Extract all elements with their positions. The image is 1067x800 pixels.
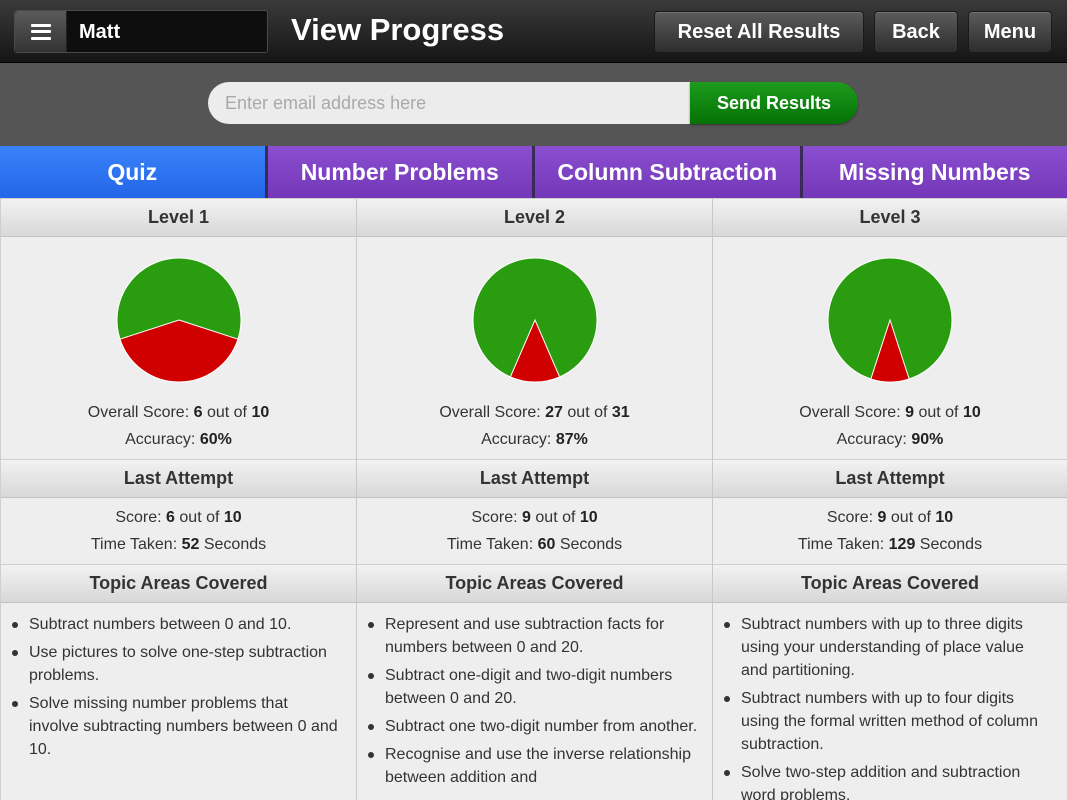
topic-list: Represent and use subtraction facts for … [357, 603, 712, 789]
time-taken: Time Taken: 60 Seconds [446, 536, 623, 553]
hamburger-icon [30, 23, 51, 40]
list-item: Recognise and use the inverse relationsh… [367, 743, 698, 789]
level-title: Level 3 [713, 198, 1067, 237]
email-bar: Send Results [0, 63, 1067, 146]
accuracy: Accuracy: 90% [836, 431, 944, 448]
top-bar: Matt View Progress Reset All Results Bac… [0, 0, 1067, 63]
list-item: Use pictures to solve one-step subtracti… [11, 641, 342, 687]
tab-number-problems[interactable]: Number Problems [264, 146, 532, 198]
accuracy-pie-chart [827, 257, 953, 383]
overall-score: Overall Score: 9 out of 10 [799, 404, 981, 421]
list-item: Solve two-step addition and subtraction … [723, 761, 1053, 800]
back-button[interactable]: Back [874, 11, 958, 53]
last-score: Score: 9 out of 10 [826, 509, 954, 526]
accuracy: Accuracy: 60% [125, 431, 232, 448]
tab-bar: Quiz Number Problems Column Subtraction … [0, 146, 1067, 198]
accuracy: Accuracy: 87% [481, 431, 588, 448]
overall-section: Overall Score: 9 out of 10 Accuracy: 90% [713, 237, 1067, 459]
topic-areas-header: Topic Areas Covered [713, 564, 1067, 603]
topic-areas-header: Topic Areas Covered [357, 564, 712, 603]
tab-missing-numbers[interactable]: Missing Numbers [799, 146, 1067, 198]
list-item: Solve missing number problems that invol… [11, 692, 342, 761]
levels-grid: Level 1 Overall Score: 6 out of 10 Accur… [0, 198, 1067, 800]
level-title: Level 1 [1, 198, 356, 237]
last-attempt-section: Score: 9 out of 10 Time Taken: 129 Secon… [713, 498, 1067, 564]
email-input[interactable] [208, 82, 692, 124]
topic-areas-header: Topic Areas Covered [1, 564, 356, 603]
topic-list: Subtract numbers with up to three digits… [713, 603, 1067, 800]
last-attempt-header: Last Attempt [713, 459, 1067, 498]
user-name: Matt [79, 21, 121, 43]
level-title: Level 2 [357, 198, 712, 237]
accuracy-pie-chart [116, 257, 241, 383]
tab-column-subtraction[interactable]: Column Subtraction [532, 146, 800, 198]
last-attempt-section: Score: 9 out of 10 Time Taken: 60 Second… [357, 498, 712, 564]
list-item: Subtract one-digit and two-digit numbers… [367, 664, 698, 710]
time-taken: Time Taken: 52 Seconds [90, 536, 267, 553]
last-attempt-header: Last Attempt [1, 459, 356, 498]
overall-section: Overall Score: 6 out of 10 Accuracy: 60% [1, 237, 356, 459]
level-1-column: Level 1 Overall Score: 6 out of 10 Accur… [0, 198, 356, 800]
reset-all-results-button[interactable]: Reset All Results [654, 11, 864, 53]
page-title: View Progress [291, 12, 505, 47]
last-attempt-section: Score: 6 out of 10 Time Taken: 52 Second… [1, 498, 356, 564]
overall-score: Overall Score: 27 out of 31 [439, 404, 630, 421]
time-taken: Time Taken: 129 Seconds [797, 536, 983, 553]
topic-list: Subtract numbers between 0 and 10. Use p… [1, 603, 356, 761]
accuracy-pie-chart [472, 257, 597, 383]
last-attempt-header: Last Attempt [357, 459, 712, 498]
level-3-column: Level 3 Overall Score: 9 out of 10 Accur… [712, 198, 1067, 800]
tab-quiz[interactable]: Quiz [0, 146, 265, 198]
hamburger-menu-button[interactable] [15, 11, 67, 52]
user-box: Matt [14, 10, 268, 53]
menu-button[interactable]: Menu [968, 11, 1052, 53]
overall-score: Overall Score: 6 out of 10 [87, 404, 270, 421]
last-score: Score: 9 out of 10 [471, 509, 598, 526]
last-score: Score: 6 out of 10 [115, 509, 242, 526]
level-2-column: Level 2 Overall Score: 27 out of 31 Accu… [356, 198, 712, 800]
overall-section: Overall Score: 27 out of 31 Accuracy: 87… [357, 237, 712, 459]
list-item: Subtract one two-digit number from anoth… [367, 715, 698, 738]
list-item: Subtract numbers with up to three digits… [723, 613, 1053, 682]
send-results-button[interactable]: Send Results [690, 82, 858, 124]
list-item: Subtract numbers with up to four digits … [723, 687, 1053, 756]
list-item: Represent and use subtraction facts for … [367, 613, 698, 659]
list-item: Subtract numbers between 0 and 10. [11, 613, 342, 636]
